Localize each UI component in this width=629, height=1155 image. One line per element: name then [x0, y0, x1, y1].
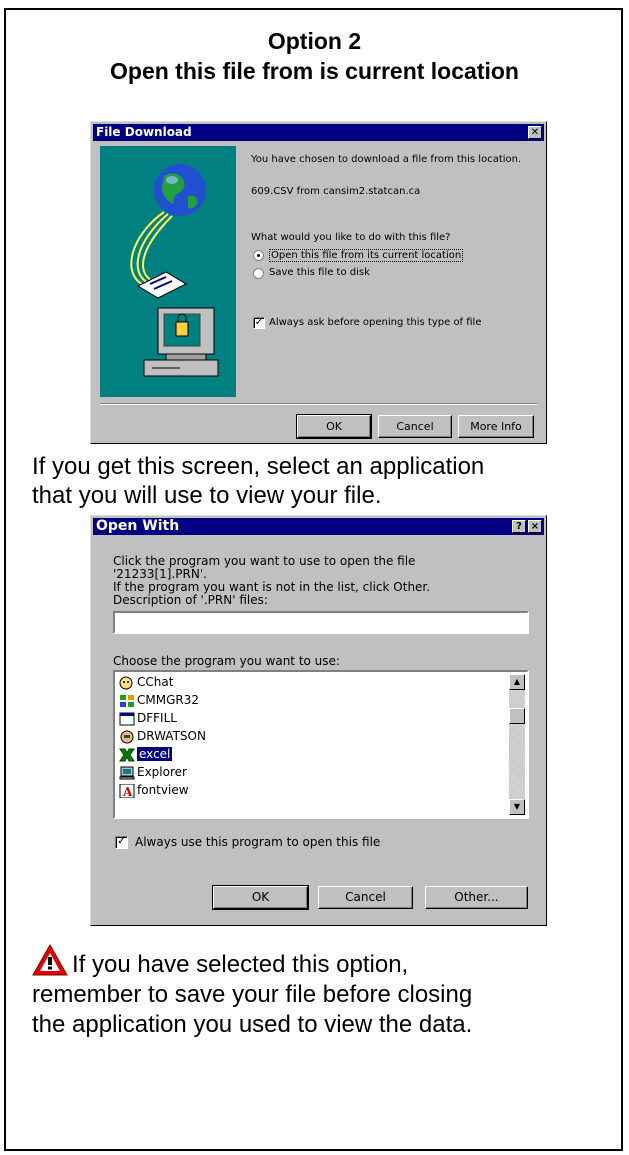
list-item[interactable]: CMMGR32: [119, 691, 199, 709]
program-list[interactable]: CChat CMMGR32 DFFILL DRWATSON excel Expl…: [113, 670, 529, 819]
close-button[interactable]: ×: [528, 520, 542, 533]
download-question: What would you like to do with this file…: [251, 232, 451, 243]
more-info-button[interactable]: More Info: [458, 415, 534, 438]
always-use-checkbox[interactable]: ✓: [115, 836, 128, 849]
list-item[interactable]: CChat: [119, 673, 173, 691]
description-field[interactable]: [113, 611, 529, 634]
scroll-thumb[interactable]: [509, 708, 525, 724]
open-with-line-2: '21233[1].PRN'.: [113, 567, 207, 581]
list-item[interactable]: DFFILL: [119, 709, 177, 727]
list-item[interactable]: Explorer: [119, 763, 187, 781]
open-with-title: Open With: [96, 518, 180, 534]
option-subheading: Open this file from is current location: [110, 58, 519, 84]
warning-triangle-icon: [32, 944, 68, 976]
open-with-dialog: Open With ? × Click the program you want…: [90, 515, 547, 879]
cancel-button[interactable]: Cancel: [378, 415, 452, 438]
instruction-line-2: that you will use to view your file.: [32, 482, 382, 509]
file-download-title: File Download: [96, 125, 192, 139]
warning-line-1: If you have selected this option,: [72, 951, 409, 978]
font-icon: A: [119, 783, 135, 798]
list-scrollbar[interactable]: ▲ ▼: [509, 674, 525, 815]
save-file-label[interactable]: Save this file to disk: [269, 267, 370, 278]
list-item[interactable]: DRWATSON: [119, 727, 206, 745]
window-icon: [119, 712, 135, 725]
always-ask-checkbox[interactable]: ✓: [253, 317, 265, 329]
close-button[interactable]: ✕: [528, 126, 542, 139]
open-with-line-1: Click the program you want to use to ope…: [113, 554, 416, 568]
cancel-button[interactable]: Cancel: [318, 886, 413, 909]
chat-icon: [119, 676, 133, 689]
description-label: Description of '.PRN' files:: [113, 593, 268, 607]
instruction-line-1: If you get this screen, select an applic…: [32, 453, 485, 480]
ok-button[interactable]: OK: [296, 414, 372, 439]
other-button[interactable]: Other...: [425, 886, 528, 909]
file-download-titlebar: File Download ✕: [93, 124, 544, 141]
svg-text:A: A: [122, 785, 133, 798]
network-icon: [120, 694, 134, 707]
dialog-divider: [100, 403, 537, 405]
open-with-titlebar: Open With ? ×: [93, 518, 544, 535]
list-item-selected[interactable]: excel: [119, 745, 173, 763]
help-button[interactable]: ?: [512, 520, 526, 533]
choose-program-label: Choose the program you want to use:: [113, 654, 340, 668]
always-use-label[interactable]: Always use this program to open this fil…: [135, 835, 380, 849]
warning-line-3: the application you used to view the dat…: [32, 1011, 473, 1038]
scroll-down-icon[interactable]: ▼: [509, 799, 525, 815]
warning-line-2: remember to save your file before closin…: [32, 981, 473, 1008]
open-file-radio[interactable]: [253, 250, 264, 261]
list-item[interactable]: Afontview: [119, 781, 189, 799]
download-illustration: [100, 146, 236, 397]
open-with-dialog-footer: OK Cancel Other...: [90, 878, 547, 926]
always-ask-label[interactable]: Always ask before opening this type of f…: [269, 317, 482, 328]
open-file-label[interactable]: Open this file from its current location: [269, 249, 464, 262]
save-file-radio[interactable]: [253, 268, 264, 279]
scroll-up-icon[interactable]: ▲: [509, 674, 525, 690]
option-heading: Option 2: [267, 28, 362, 54]
open-with-line-3: If the program you want is not in the li…: [113, 580, 431, 594]
computer-icon: [119, 766, 135, 779]
excel-icon: [119, 748, 135, 761]
ok-button[interactable]: OK: [212, 885, 309, 910]
download-message: You have chosen to download a file from …: [251, 154, 522, 165]
globe-computer-icon: [130, 164, 219, 377]
download-source: 609.CSV from cansim2.statcan.ca: [251, 186, 421, 197]
file-download-dialog: File Download ✕ You have chosen to downl…: [90, 121, 547, 444]
doctor-icon: [120, 730, 134, 743]
